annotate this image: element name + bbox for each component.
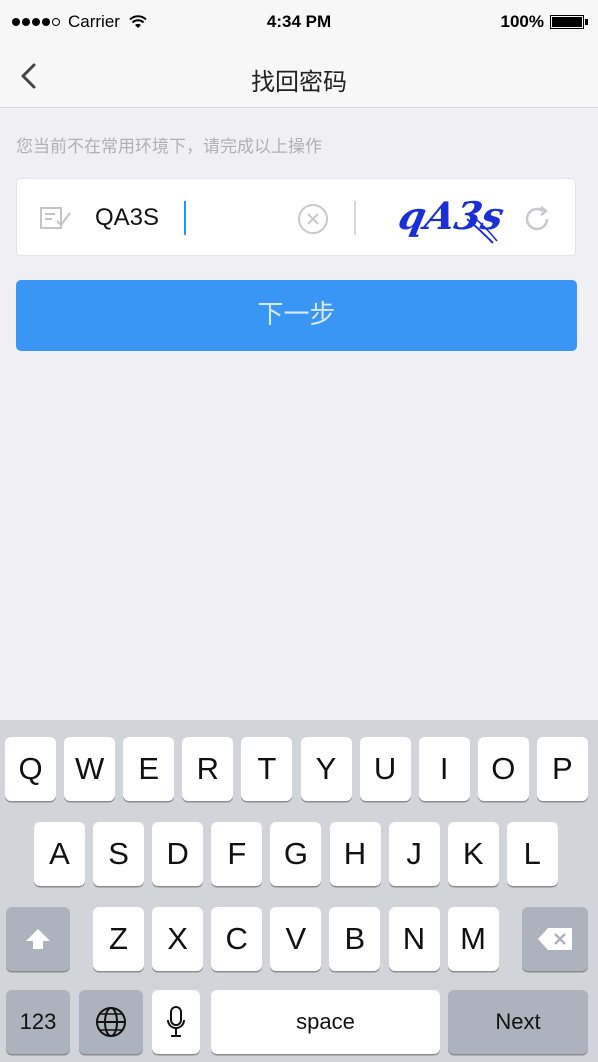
environment-hint: 您当前不在常用环境下，请完成以上操作 bbox=[16, 137, 322, 157]
captcha-image[interactable]: qA3s bbox=[397, 189, 507, 247]
key-r[interactable]: R bbox=[182, 737, 234, 801]
refresh-icon[interactable] bbox=[519, 201, 555, 237]
key-v[interactable]: V bbox=[270, 907, 322, 971]
key-w[interactable]: W bbox=[64, 737, 116, 801]
page-title: 找回密码 bbox=[251, 68, 347, 96]
key-y[interactable]: Y bbox=[300, 737, 352, 801]
delete-key[interactable] bbox=[522, 907, 588, 971]
shift-key[interactable] bbox=[6, 907, 70, 971]
status-bar: Carrier 4:34 PM 100% bbox=[0, 0, 598, 44]
key-s[interactable]: S bbox=[93, 822, 145, 886]
numbers-key[interactable]: 123 bbox=[6, 990, 70, 1054]
key-h[interactable]: H bbox=[329, 822, 381, 886]
backspace-icon bbox=[538, 928, 572, 950]
key-x[interactable]: X bbox=[152, 907, 204, 971]
mic-key[interactable] bbox=[152, 990, 200, 1054]
svg-text:qA3s: qA3s bbox=[397, 194, 507, 239]
text-caret bbox=[184, 201, 186, 235]
keyboard: QWERTYUIOP ASDFGHJKL ZXCVBNM 123 space N bbox=[0, 720, 598, 1062]
key-q[interactable]: Q bbox=[5, 737, 56, 801]
key-e[interactable]: E bbox=[123, 737, 175, 801]
key-g[interactable]: G bbox=[270, 822, 322, 886]
key-p[interactable]: P bbox=[536, 737, 588, 801]
key-i[interactable]: I bbox=[418, 737, 470, 801]
shift-icon bbox=[26, 929, 50, 949]
next-step-button[interactable]: 下一步 bbox=[16, 280, 577, 351]
key-o[interactable]: O bbox=[477, 737, 529, 801]
key-f[interactable]: F bbox=[211, 822, 263, 886]
key-b[interactable]: B bbox=[329, 907, 381, 971]
next-key[interactable]: Next bbox=[448, 990, 588, 1054]
globe-key[interactable] bbox=[79, 990, 143, 1054]
battery-percent: 100% bbox=[500, 12, 544, 31]
key-c[interactable]: C bbox=[211, 907, 263, 971]
key-u[interactable]: U bbox=[359, 737, 411, 801]
key-n[interactable]: N bbox=[388, 907, 440, 971]
captcha-input[interactable] bbox=[95, 195, 295, 241]
nav-bar: 找回密码 bbox=[0, 44, 598, 108]
space-key[interactable]: space bbox=[211, 990, 440, 1054]
key-a[interactable]: A bbox=[34, 822, 85, 886]
key-k[interactable]: K bbox=[447, 822, 499, 886]
microphone-icon bbox=[167, 1006, 185, 1037]
key-d[interactable]: D bbox=[152, 822, 204, 886]
key-m[interactable]: M bbox=[447, 907, 499, 971]
clear-circle-icon[interactable] bbox=[297, 203, 329, 235]
status-right: 100% bbox=[500, 12, 588, 32]
captcha-card: qA3s bbox=[16, 178, 576, 256]
key-t[interactable]: T bbox=[241, 737, 293, 801]
key-j[interactable]: J bbox=[388, 822, 440, 886]
key-l[interactable]: L bbox=[506, 822, 558, 886]
key-z[interactable]: Z bbox=[93, 907, 144, 971]
divider bbox=[354, 201, 356, 235]
edit-icon bbox=[40, 207, 71, 229]
battery-icon bbox=[550, 15, 588, 29]
globe-icon bbox=[96, 1007, 126, 1037]
